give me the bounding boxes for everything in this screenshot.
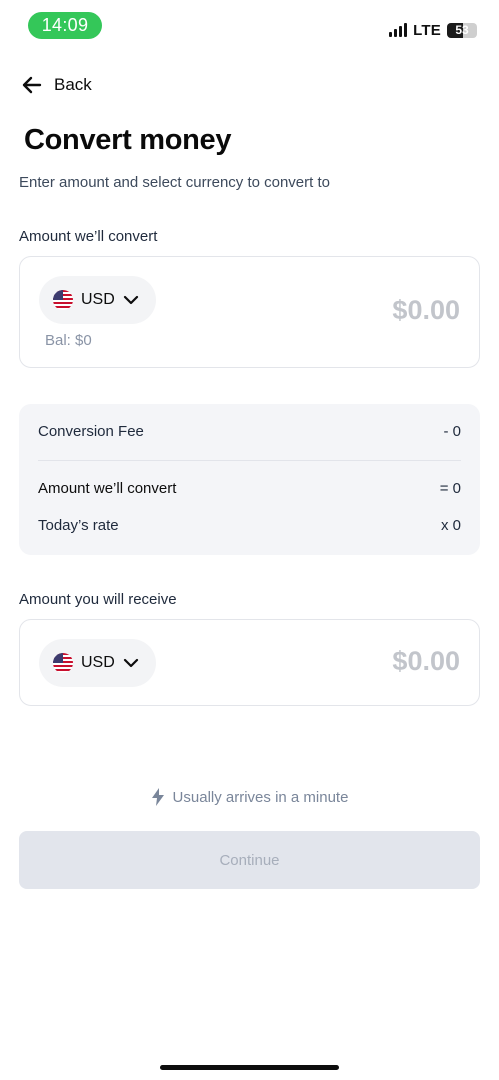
us-flag-icon — [53, 290, 73, 310]
to-amount-input[interactable] — [260, 646, 460, 677]
convert-row: Amount we’ll convert = 0 — [38, 480, 461, 497]
back-button[interactable]: Back — [22, 72, 92, 98]
continue-button[interactable]: Continue — [19, 831, 480, 889]
to-amount-card: USD — [19, 619, 480, 706]
chevron-down-icon — [123, 295, 138, 305]
status-time: 14:09 — [28, 12, 102, 39]
from-currency-selector[interactable]: USD — [39, 276, 156, 324]
fee-row: Conversion Fee - 0 — [38, 423, 461, 440]
page-title: Convert money — [24, 124, 232, 156]
chevron-down-icon — [123, 658, 138, 668]
from-amount-card: USD Bal: $0 — [19, 256, 480, 368]
fee-value: - 0 — [443, 423, 461, 440]
convert-value: = 0 — [439, 480, 461, 497]
lightning-icon — [151, 788, 164, 806]
fee-label: Conversion Fee — [38, 423, 144, 440]
network-type: LTE — [413, 21, 441, 39]
home-indicator — [160, 1065, 339, 1070]
arrival-text: Usually arrives in a minute — [172, 788, 349, 806]
signal-icon — [389, 23, 408, 37]
from-balance: Bal: $0 — [45, 332, 92, 349]
status-bar: 14:09 LTE 53 — [0, 0, 499, 50]
us-flag-icon — [53, 653, 73, 673]
arrow-left-icon — [22, 76, 42, 94]
from-amount-input[interactable] — [260, 295, 460, 326]
conversion-summary: Conversion Fee - 0 Amount we’ll convert … — [19, 404, 480, 555]
to-currency-code: USD — [81, 654, 115, 671]
summary-divider — [38, 460, 461, 461]
rate-row: Today’s rate x 0 — [38, 517, 461, 534]
arrival-note: Usually arrives in a minute — [0, 788, 499, 806]
rate-value: x 0 — [440, 517, 461, 534]
back-label: Back — [54, 75, 92, 94]
status-indicators: LTE 53 — [389, 20, 477, 40]
to-currency-selector[interactable]: USD — [39, 639, 156, 687]
battery-level: 53 — [455, 22, 469, 37]
rate-label: Today’s rate — [38, 517, 119, 534]
battery-icon: 53 — [447, 22, 477, 38]
from-currency-code: USD — [81, 291, 115, 308]
page-subtitle: Enter amount and select currency to conv… — [19, 174, 330, 191]
convert-label: Amount we’ll convert — [38, 480, 177, 497]
to-amount-label: Amount you will receive — [19, 591, 177, 608]
from-amount-label: Amount we’ll convert — [19, 228, 158, 245]
